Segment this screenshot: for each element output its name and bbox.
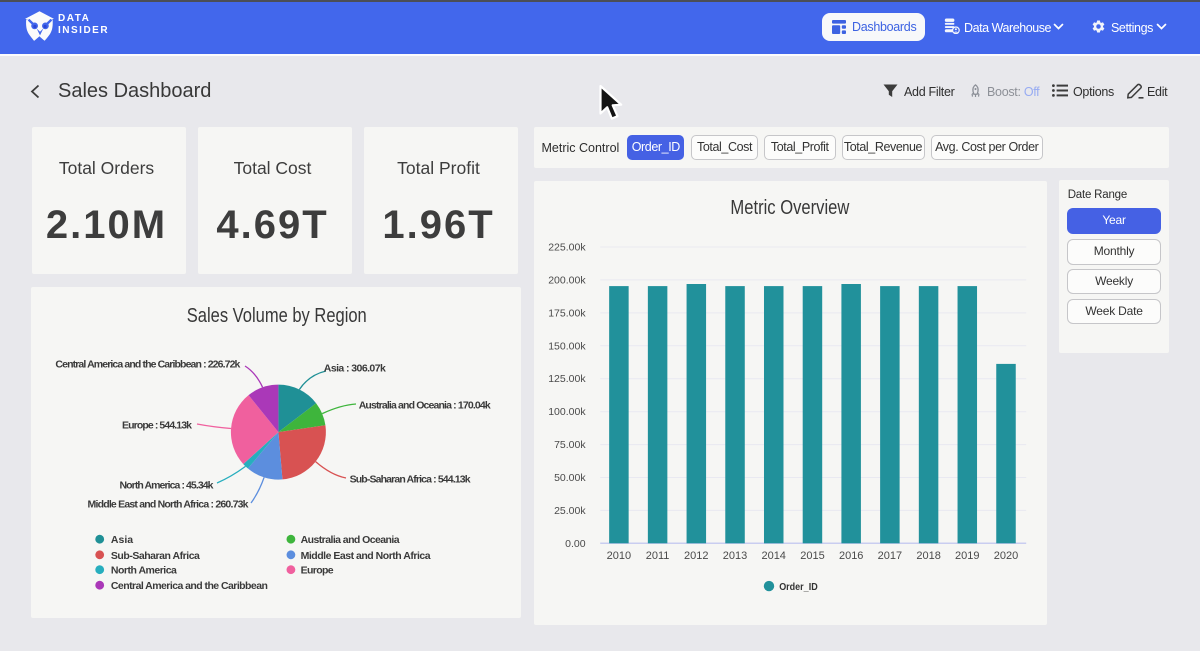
svg-text:Australia and Oceania: Australia and Oceania <box>301 534 400 546</box>
svg-text:2012: 2012 <box>684 550 708 562</box>
svg-text:Asia: Asia <box>111 534 133 546</box>
svg-text:2019: 2019 <box>955 550 979 562</box>
svg-text:0.00: 0.00 <box>565 538 586 550</box>
svg-text:Europe : 544.13k: Europe : 544.13k <box>122 420 192 432</box>
svg-text:100.00k: 100.00k <box>549 406 587 418</box>
svg-text:Order_ID: Order_ID <box>779 581 818 593</box>
svg-text:2015: 2015 <box>801 550 825 562</box>
svg-text:2011: 2011 <box>646 550 670 562</box>
svg-text:North America: North America <box>111 565 177 577</box>
svg-text:Sub-Saharan Africa: Sub-Saharan Africa <box>111 550 200 562</box>
svg-text:2014: 2014 <box>762 550 786 562</box>
svg-text:Central America and the Caribb: Central America and the Caribbean <box>111 580 268 592</box>
svg-text:North America : 45.34k: North America : 45.34k <box>120 480 214 492</box>
svg-text:Europe: Europe <box>301 565 334 577</box>
svg-text:Asia : 306.07k: Asia : 306.07k <box>324 363 386 375</box>
svg-text:Sub-Saharan Africa : 544.13k: Sub-Saharan Africa : 544.13k <box>350 474 471 486</box>
svg-text:50.00k: 50.00k <box>554 472 586 484</box>
svg-text:Middle East and North Africa :: Middle East and North Africa : 260.73k <box>88 499 249 511</box>
svg-text:Australia and Oceania : 170.04: Australia and Oceania : 170.04k <box>359 400 491 412</box>
svg-text:Metric Overview: Metric Overview <box>731 197 850 219</box>
svg-text:2013: 2013 <box>723 550 747 562</box>
svg-text:2017: 2017 <box>878 550 902 562</box>
svg-text:75.00k: 75.00k <box>554 439 586 451</box>
svg-text:150.00k: 150.00k <box>549 340 587 352</box>
svg-text:2016: 2016 <box>839 550 863 562</box>
svg-text:125.00k: 125.00k <box>549 373 587 385</box>
svg-text:2018: 2018 <box>917 550 941 562</box>
svg-text:Middle East and North Africa: Middle East and North Africa <box>301 550 431 562</box>
svg-text:225.00k: 225.00k <box>549 242 587 254</box>
svg-text:Sales Volume by Region: Sales Volume by Region <box>187 305 367 327</box>
svg-text:200.00k: 200.00k <box>549 274 587 286</box>
svg-text:2010: 2010 <box>607 550 631 562</box>
svg-text:Central America and the Caribb: Central America and the Caribbean : 226.… <box>55 359 240 371</box>
svg-text:25.00k: 25.00k <box>554 505 586 517</box>
svg-text:2020: 2020 <box>994 550 1018 562</box>
svg-text:175.00k: 175.00k <box>549 307 587 319</box>
